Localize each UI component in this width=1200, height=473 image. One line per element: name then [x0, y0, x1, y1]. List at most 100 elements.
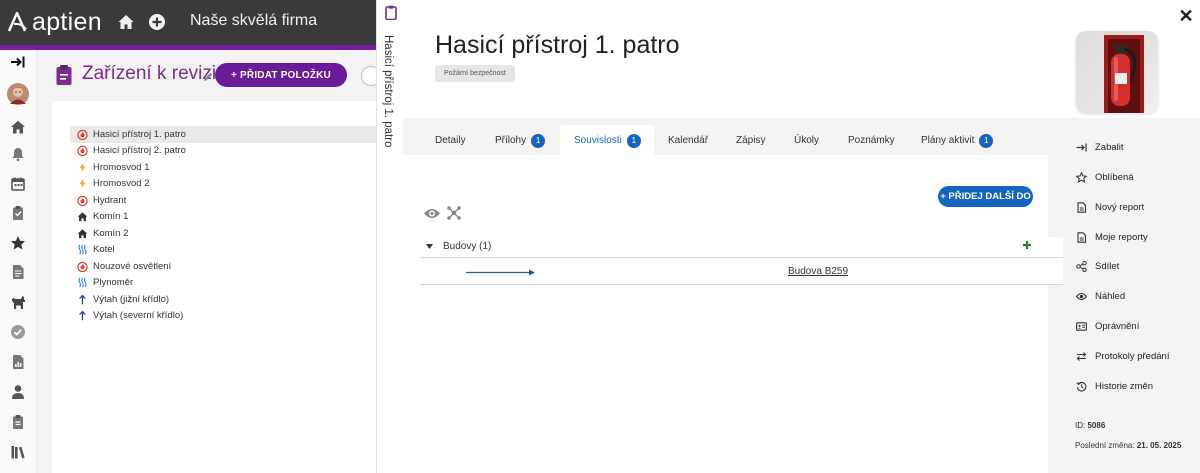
avatar[interactable]	[7, 83, 29, 105]
library-icon[interactable]	[10, 444, 26, 460]
action-label: Náhled	[1095, 290, 1126, 302]
clipboard-icon	[55, 64, 73, 86]
tab-plany-aktivit[interactable]: Plány aktivit 1	[921, 133, 994, 148]
list-item[interactable]: Komín 1	[70, 209, 376, 226]
home-icon[interactable]	[10, 119, 26, 135]
record-id: ID: 5086	[1075, 421, 1105, 430]
collapse-icon	[1076, 142, 1087, 153]
star-outline-icon	[1076, 171, 1087, 183]
document-icon[interactable]	[10, 264, 26, 280]
tab-kalendar[interactable]: Kalendář	[668, 133, 708, 148]
caret-down-icon[interactable]	[426, 244, 433, 250]
list-item-label: Výtah (severní křídlo)	[93, 310, 184, 322]
relation-row[interactable]: Budova B259	[420, 258, 1063, 285]
list-item-label: Výtah (jižní křídlo)	[93, 293, 170, 305]
tab-label: Poznámky	[848, 135, 895, 146]
add-circle-icon[interactable]	[148, 13, 166, 31]
item-photo[interactable]	[1076, 31, 1158, 113]
list-item[interactable]: Hromosvod 1	[70, 159, 376, 176]
list-item[interactable]: Hydrant	[70, 192, 376, 209]
fire-icon	[77, 195, 88, 206]
action-new-report[interactable]: Nový report	[1076, 199, 1144, 215]
relation-link[interactable]: Budova B259	[788, 266, 848, 277]
heat-icon	[77, 277, 88, 288]
report-icon[interactable]	[10, 354, 26, 370]
nav-rail	[0, 50, 37, 473]
add-relation-button[interactable]: + PŘIDEJ DALŠÍ DO	[938, 186, 1033, 207]
list-item[interactable]: Nouzové osvětlení	[70, 258, 376, 275]
list-item-label: Nouzové osvětlení	[93, 260, 172, 272]
list-item[interactable]: Kotel	[70, 242, 376, 259]
action-history[interactable]: Historie změn	[1076, 378, 1153, 394]
bell-icon[interactable]	[10, 146, 26, 162]
tab-poznamky[interactable]: Poznámky	[848, 133, 895, 148]
dog-icon[interactable]	[10, 294, 26, 310]
person-icon[interactable]	[10, 384, 26, 400]
tab-souvislosti[interactable]: Souvislosti 1	[574, 133, 641, 148]
house-icon	[77, 211, 88, 222]
list-item[interactable]: Hromosvod 2	[70, 176, 376, 193]
collapse-menu-icon[interactable]	[10, 54, 26, 70]
record-id-label: ID:	[1075, 421, 1086, 430]
history-icon	[1076, 381, 1087, 392]
list-title: Zařízení k revizi	[82, 63, 217, 84]
tab-count-badge: 1	[531, 133, 546, 148]
collapsed-panel-strip[interactable]: Hasicí přístroj 1. patro	[376, 0, 403, 473]
action-label: Nový report	[1095, 201, 1145, 213]
tab-label: Úkoly	[794, 135, 820, 146]
pencil-icon[interactable]	[202, 71, 214, 83]
top-bar: aptien Naše skvělá firma	[0, 0, 376, 45]
list-item[interactable]: Hasicí přístroj 1. patro	[70, 126, 376, 143]
app-logo[interactable]: aptien	[6, 7, 102, 37]
add-icon[interactable]	[1021, 239, 1033, 251]
action-label: Protokoly předání	[1095, 350, 1170, 362]
action-label: Oblíbená	[1095, 171, 1134, 183]
home-icon[interactable]	[117, 13, 135, 31]
list-item-label: Komín 1	[93, 211, 129, 223]
list-item[interactable]: Plynoměr	[70, 275, 376, 292]
action-label: Oprávnění	[1095, 320, 1140, 332]
house-icon	[77, 228, 88, 239]
lightning-icon	[77, 162, 88, 173]
star-icon[interactable]	[10, 235, 26, 251]
tab-prilohy[interactable]: Přílohy 1	[495, 133, 546, 148]
list-item[interactable]: Výtah (severní křídlo)	[70, 308, 376, 325]
tab-zapisy[interactable]: Zápisy	[736, 133, 765, 148]
network-icon[interactable]	[446, 205, 462, 221]
action-collapse[interactable]: Zabalit	[1076, 139, 1124, 155]
clipboard-list-icon[interactable]	[10, 414, 26, 430]
action-preview[interactable]: Náhled	[1076, 288, 1125, 304]
clipboard-icon[interactable]	[10, 205, 26, 221]
list-item[interactable]: Výtah (jižní křídlo)	[70, 291, 376, 308]
app-logo-mark-icon	[6, 10, 30, 34]
fire-icon	[77, 145, 88, 157]
list-item[interactable]: Hasicí přístroj 2. patro	[70, 143, 376, 160]
tab-label: Detaily	[435, 135, 466, 146]
list-item-label: Kotel	[93, 244, 115, 256]
add-item-button[interactable]: + PŘIDAT POLOŽKU	[215, 63, 347, 87]
eye-icon[interactable]	[423, 207, 441, 220]
clipboard-icon	[385, 5, 397, 20]
action-share[interactable]: Sdílet	[1076, 258, 1119, 274]
arrow-up-icon	[77, 310, 88, 321]
list-item-label: Plynoměr	[93, 277, 134, 289]
action-label: Historie změn	[1095, 380, 1154, 392]
relation-group[interactable]: Budovy (1)	[420, 237, 1063, 258]
check-circle-icon[interactable]	[10, 324, 26, 340]
tab-label: Souvislosti	[574, 135, 622, 146]
tab-count-badge: 1	[979, 133, 994, 148]
close-icon[interactable]: ✕	[1177, 6, 1195, 26]
action-permissions[interactable]: Oprávnění	[1076, 318, 1139, 334]
tab-ukoly[interactable]: Úkoly	[794, 133, 819, 148]
handover-icon	[1076, 351, 1087, 362]
calendar-icon[interactable]	[10, 176, 26, 192]
arrow-up-icon	[77, 294, 88, 305]
action-my-reports[interactable]: Moje reporty	[1076, 229, 1148, 245]
action-label: Zabalit	[1095, 141, 1124, 153]
company-name[interactable]: Naše skvělá firma	[190, 12, 317, 30]
list-item[interactable]: Komín 2	[70, 225, 376, 242]
action-handover[interactable]: Protokoly předání	[1076, 348, 1169, 364]
tab-detaily[interactable]: Detaily	[435, 133, 466, 148]
lightning-icon	[77, 178, 88, 189]
action-favorite[interactable]: Oblíbená	[1076, 169, 1134, 185]
